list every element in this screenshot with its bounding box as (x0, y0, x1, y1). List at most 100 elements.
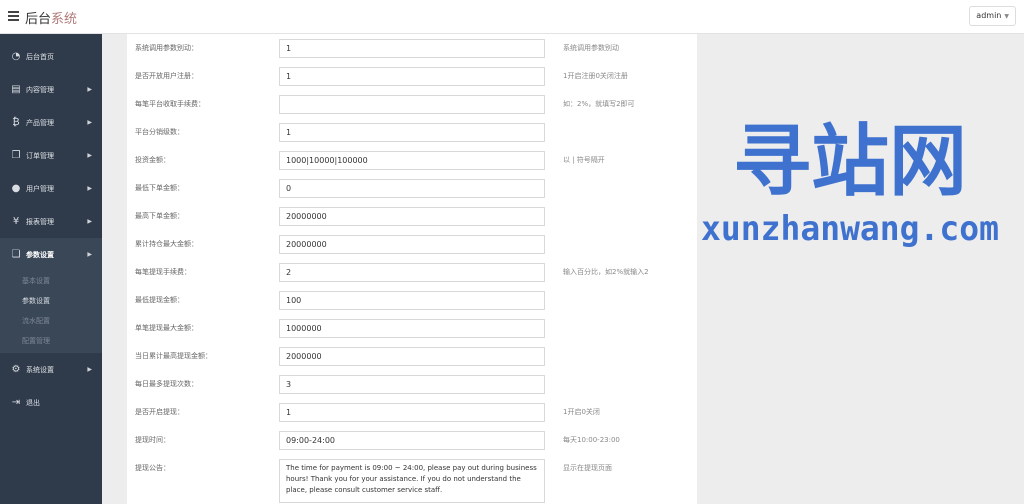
daily-max-withdraw-input[interactable]: 2000000 (279, 347, 545, 366)
field-hint: 系统调用参数别动 (563, 44, 619, 52)
sidebar-item-label: 用户管理 (26, 185, 54, 193)
distribution-levels-input[interactable]: 1 (279, 123, 545, 142)
sidebar-item-label: 内容管理 (26, 86, 54, 94)
form-row-withdraw-fee: 每笔提现手续费： 2 输入百分比，如2%就输入2 (127, 261, 697, 283)
field-label: 累计持仓最大金额： (135, 240, 198, 248)
form-row-daily-withdraw-count: 每日最多提现次数： 3 (127, 373, 697, 395)
watermark-title: 寻站网 (733, 117, 967, 207)
field-label: 是否开启提现： (135, 408, 184, 416)
field-label: 最低下单金额： (135, 184, 184, 192)
max-position-input[interactable]: 20000000 (279, 235, 545, 254)
system-param-input[interactable]: 1 (279, 39, 545, 58)
registration-input[interactable]: 1 (279, 67, 545, 86)
chevron-down-icon: ▶ (87, 251, 92, 258)
sidebar-item-dashboard[interactable]: ◔ 后台首页 (0, 40, 102, 73)
sidebar: ◔ 后台首页 ▤ 内容管理 ▶ ₿ 产品管理 ▶ ❐ 订单管理 ▶ ● 用户管理 ▶ ¥ 报表管理 ▶… (0, 34, 102, 504)
form-row-max-single-withdraw: 单笔提现最大金额： 1000000 (127, 317, 697, 339)
submenu-item-params[interactable]: 参数设置 (0, 291, 102, 311)
watermark: 寻站网 xunzhanwang.com (695, 110, 1005, 250)
sidebar-item-orders[interactable]: ❐ 订单管理 ▶ (0, 139, 102, 172)
sidebar-item-params[interactable]: ❏ 参数设置 ▶ (0, 238, 102, 271)
sidebar-item-label: 退出 (26, 399, 40, 407)
sidebar-item-system[interactable]: ⚙ 系统设置 ▶ (0, 353, 102, 386)
watermark-graphic: 寻站网 xunzhanwang.com (701, 117, 999, 249)
watermark-url: xunzhanwang.com (701, 209, 999, 249)
form-row-registration: 是否开放用户注册： 1 1开启注册0关闭注册 (127, 65, 697, 87)
sidebar-item-label: 系统设置 (26, 366, 54, 374)
chevron-right-icon: ▶ (87, 86, 92, 93)
field-label: 系统调用参数别动： (135, 44, 198, 52)
field-label: 单笔提现最大金额： (135, 324, 198, 332)
settings-panel: 系统调用参数别动： 1 系统调用参数别动 是否开放用户注册： 1 1开启注册0关… (127, 34, 697, 504)
field-label: 投资金额： (135, 156, 170, 164)
submenu-item-basic[interactable]: 基本设置 (0, 271, 102, 291)
field-label: 最低提现金额： (135, 296, 184, 304)
chevron-right-icon: ▶ (87, 152, 92, 159)
field-hint: 以 | 符号隔开 (563, 156, 605, 164)
max-single-withdraw-input[interactable]: 1000000 (279, 319, 545, 338)
sidebar-item-label: 订单管理 (26, 152, 54, 160)
field-label: 每笔平台收取手续费： (135, 100, 205, 108)
copy-icon: ❐ (11, 150, 21, 161)
sidebar-item-label: 参数设置 (26, 251, 54, 259)
sidebar-item-products[interactable]: ₿ 产品管理 ▶ (0, 106, 102, 139)
field-label: 每笔提现手续费： (135, 268, 191, 276)
brand-accent: 系统 (51, 12, 78, 27)
field-label: 提现时间： (135, 436, 170, 444)
chevron-down-icon: ▼ (1004, 13, 1009, 20)
form-row-withdraw-notice: 提现公告： The time for payment is 09:00 ~ 24… (127, 457, 697, 504)
field-label: 提现公告： (135, 464, 170, 472)
book-icon: ▤ (11, 84, 21, 95)
form-row-investment-amount: 投资金额： 1000|10000|100000 以 | 符号隔开 (127, 149, 697, 171)
min-order-input[interactable]: 0 (279, 179, 545, 198)
username: admin (976, 11, 1002, 20)
form-row-withdraw-enabled: 是否开启提现： 1 1开启0关闭 (127, 401, 697, 423)
field-label: 最高下单金额： (135, 212, 184, 220)
form-row-max-position: 累计持仓最大金额： 20000000 (127, 233, 697, 255)
withdraw-time-input[interactable]: 09:00-24:00 (279, 431, 545, 450)
form-row-system-param: 系统调用参数别动： 1 系统调用参数别动 (127, 37, 697, 59)
withdraw-enabled-input[interactable]: 1 (279, 403, 545, 422)
submenu-item-flow[interactable]: 流水配置 (0, 311, 102, 331)
sidebar-item-label: 报表管理 (26, 218, 54, 226)
user-icon: ● (11, 183, 21, 194)
chevron-right-icon: ▶ (87, 119, 92, 126)
daily-withdraw-count-input[interactable]: 3 (279, 375, 545, 394)
form-row-min-withdraw: 最低提现金额： 100 (127, 289, 697, 311)
field-hint: 1开启0关闭 (563, 408, 600, 416)
min-withdraw-input[interactable]: 100 (279, 291, 545, 310)
chevron-right-icon: ▶ (87, 366, 92, 373)
sign-out-icon: ⇥ (11, 397, 21, 408)
form-row-platform-fee: 每笔平台收取手续费： 如：2%，就填写2即可 (127, 93, 697, 115)
form-row-max-order: 最高下单金额： 20000000 (127, 205, 697, 227)
max-order-input[interactable]: 20000000 (279, 207, 545, 226)
sidebar-item-reports[interactable]: ¥ 报表管理 ▶ (0, 205, 102, 238)
platform-fee-input[interactable] (279, 95, 545, 114)
chevron-right-icon: ▶ (87, 218, 92, 225)
field-label: 当日累计最高提现金额： (135, 352, 212, 360)
withdraw-notice-textarea[interactable]: The time for payment is 09:00 ~ 24:00, p… (279, 459, 545, 503)
withdraw-fee-input[interactable]: 2 (279, 263, 545, 282)
user-menu-button[interactable]: admin ▼ (969, 6, 1016, 26)
form-row-distribution-levels: 平台分销级数： 1 (127, 121, 697, 143)
investment-amount-input[interactable]: 1000|10000|100000 (279, 151, 545, 170)
field-hint: 每天10:00-23:00 (563, 436, 620, 444)
brand-main: 后台 (25, 12, 52, 27)
sidebar-item-content[interactable]: ▤ 内容管理 ▶ (0, 73, 102, 106)
submenu-item-config[interactable]: 配置管理 (0, 331, 102, 351)
sidebar-item-logout[interactable]: ⇥ 退出 (0, 386, 102, 419)
field-label: 平台分销级数： (135, 128, 184, 136)
chevron-right-icon: ▶ (87, 185, 92, 192)
sidebar-item-label: 后台首页 (26, 53, 54, 61)
dashboard-icon: ◔ (11, 51, 21, 62)
brand-title: 后台系统 (25, 8, 77, 27)
cogs-icon: ⚙ (11, 364, 21, 375)
menu-toggle-icon[interactable] (8, 11, 19, 21)
field-hint: 显示在提现页面 (563, 464, 612, 472)
field-hint: 如：2%，就填写2即可 (563, 100, 635, 108)
bitcoin-icon: ₿ (12, 117, 20, 128)
top-bar: 后台系统 admin ▼ (0, 0, 1024, 34)
sidebar-item-users[interactable]: ● 用户管理 ▶ (0, 172, 102, 205)
form-row-withdraw-time: 提现时间： 09:00-24:00 每天10:00-23:00 (127, 429, 697, 451)
form-row-min-order: 最低下单金额： 0 (127, 177, 697, 199)
